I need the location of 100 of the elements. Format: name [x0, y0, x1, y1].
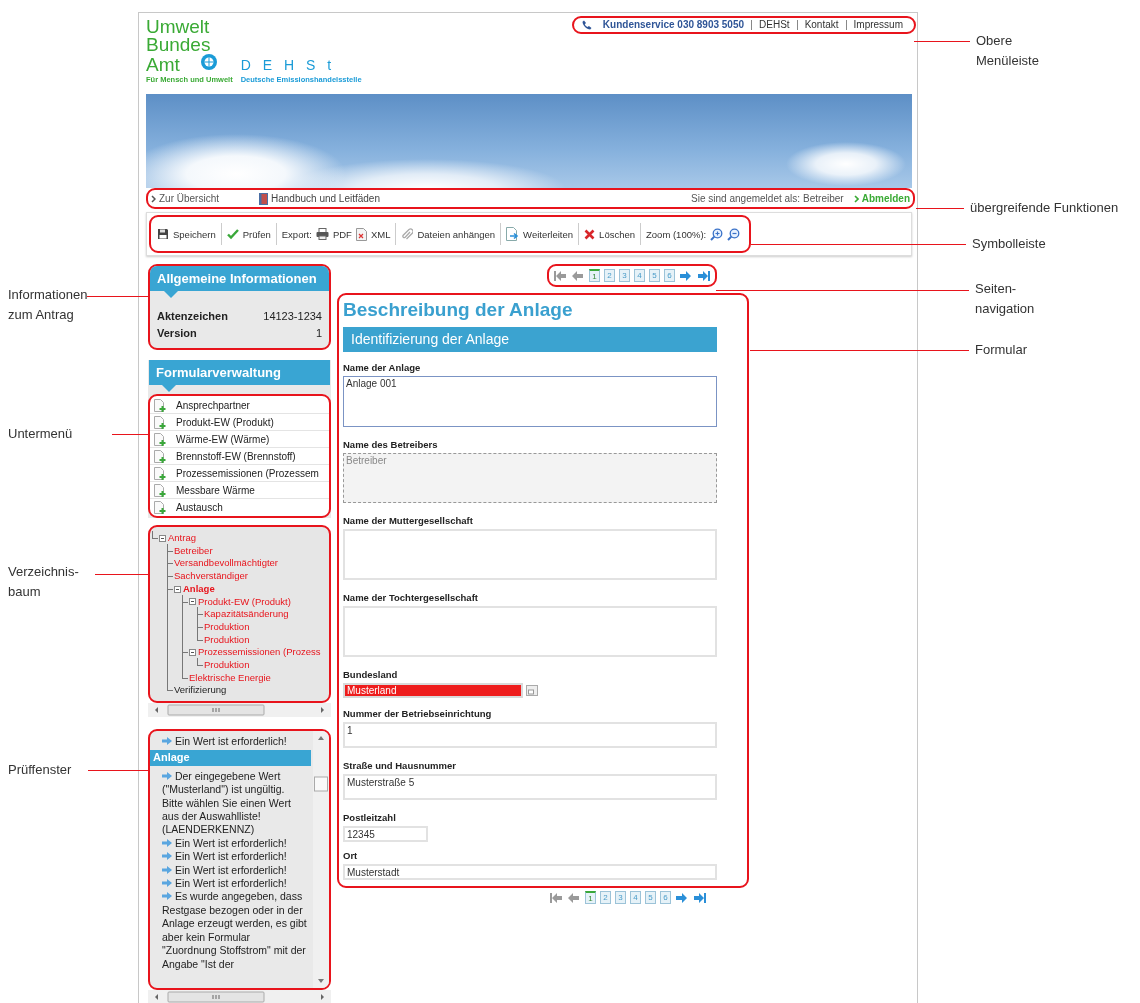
- info-value: 14123-1234: [263, 309, 322, 324]
- check-message: Ein Wert ist erforderlich!: [150, 735, 311, 749]
- picker-icon[interactable]: [526, 685, 538, 696]
- input-field[interactable]: Musterstadt: [343, 864, 717, 880]
- tree-item[interactable]: Sachverständiger: [174, 570, 248, 583]
- printer-icon: [315, 228, 329, 240]
- tree-item[interactable]: Anlage: [183, 582, 215, 596]
- input-field[interactable]: Musterstraße 5: [343, 774, 717, 800]
- add-document-icon: [154, 466, 166, 480]
- field-label: Name des Betreibers: [343, 439, 439, 450]
- header-pointer-icon: [162, 385, 176, 392]
- page-button[interactable]: 1: [589, 269, 600, 282]
- submenu-item[interactable]: Brennstoff-EW (Brennstoff): [150, 448, 329, 465]
- check-message: Ein Wert ist erforderlich!: [150, 836, 311, 851]
- annotation-label: Symbolleiste: [972, 235, 1046, 253]
- page-button[interactable]: 1: [585, 891, 596, 904]
- submenu-item[interactable]: Ansprechpartner: [150, 397, 329, 414]
- text-area[interactable]: Anlage 001: [343, 376, 717, 427]
- add-document-icon: [154, 500, 166, 514]
- customer-service-link[interactable]: Kundenservice 030 8903 5050: [591, 20, 752, 30]
- select-field[interactable]: Musterland: [343, 683, 523, 698]
- top-menu-link[interactable]: Kontakt: [796, 20, 846, 30]
- toolbar-button[interactable]: Weiterleiten: [506, 227, 574, 241]
- field-label: Postleitzahl: [343, 812, 397, 823]
- arrow-right-icon: [162, 771, 172, 780]
- collapse-icon[interactable]: [174, 585, 181, 593]
- submenu-item[interactable]: Messbare Wärme: [150, 482, 329, 499]
- manual-link[interactable]: Handbuch und Leitfäden: [259, 192, 380, 205]
- field-label: Name der Muttergesellschaft: [343, 515, 474, 526]
- cross-icon: [584, 228, 596, 240]
- toolbar-button[interactable]: Speichern: [157, 228, 216, 240]
- field-label: Straße und Hausnummer: [343, 760, 457, 771]
- add-document-icon: [154, 449, 166, 463]
- collapse-icon[interactable]: [159, 534, 166, 542]
- tree-item[interactable]: Antrag: [168, 532, 196, 545]
- field-label: Nummer der Betriebseinrichtung: [343, 708, 493, 719]
- header-pointer-icon: [164, 291, 178, 298]
- book-icon: [259, 192, 268, 205]
- toolbar-button[interactable]: PDF: [315, 228, 352, 240]
- horizontal-scrollbar[interactable]: [148, 990, 331, 1003]
- annotation-label: Informationen zum Antrag: [8, 286, 88, 324]
- field-label: Name der Tochtergesellschaft: [343, 592, 479, 603]
- tree-item[interactable]: Verifizierung: [174, 684, 227, 698]
- input-field[interactable]: 12345: [343, 826, 428, 842]
- paperclip-icon: [401, 227, 414, 241]
- chevron-icon: [853, 194, 859, 203]
- submenu-item[interactable]: Austausch: [150, 499, 329, 515]
- tree-item[interactable]: Betreiber: [174, 544, 213, 558]
- login-role: Betreiber: [803, 193, 844, 204]
- add-document-icon: [154, 415, 166, 429]
- document-icon: [355, 227, 367, 241]
- zoom-out-icon[interactable]: [727, 227, 741, 241]
- top-menu-link[interactable]: Impressum: [845, 20, 910, 30]
- zoom-in-icon[interactable]: [710, 227, 724, 241]
- check-message: Es wurde angegeben, dass Restgase bezogen oder in der Anlage erzeugt werden, es gibt aber kein Formular "Zuordnung Stoffstrom" mit der Angabe "Ist der: [161, 890, 308, 971]
- top-menu-link[interactable]: DEHSt: [751, 20, 797, 30]
- add-document-icon: [154, 483, 166, 497]
- next-arrow-icon[interactable]: [679, 269, 693, 282]
- collapse-icon[interactable]: [189, 649, 196, 657]
- annotation-label: Formular: [975, 341, 1027, 359]
- next-arrow-icon[interactable]: [675, 891, 689, 904]
- document-arrow-icon: [506, 227, 520, 241]
- tree-item[interactable]: Produktion: [204, 620, 250, 634]
- check-message: Ein Wert ist erforderlich!: [150, 850, 311, 864]
- toolbar-button[interactable]: Löschen: [584, 228, 635, 240]
- logo-wordmark-line: Amt: [146, 55, 181, 73]
- info-label: Aktenzeichen: [157, 309, 228, 324]
- tree-item[interactable]: Kapazitätsänderung: [204, 608, 289, 621]
- horizontal-scrollbar[interactable]: [148, 703, 331, 717]
- toolbar-label: Export:: [281, 228, 312, 240]
- overview-link[interactable]: Zur Übersicht: [151, 193, 219, 204]
- dehst-logo-letters: D E H S t: [239, 57, 334, 73]
- vertical-scrollbar[interactable]: [313, 731, 329, 988]
- globe-emblem-icon: [200, 53, 219, 71]
- collapse-icon[interactable]: [189, 598, 196, 606]
- tree-item[interactable]: Produktion: [204, 633, 250, 647]
- logo-wordmark-line: Bundes: [146, 35, 212, 53]
- submenu-item[interactable]: Produkt-EW (Produkt): [150, 414, 329, 431]
- input-field[interactable]: 1: [343, 722, 717, 748]
- arrow-right-icon: [162, 737, 172, 745]
- last-page-icon[interactable]: [697, 269, 711, 282]
- toolbar-button[interactable]: XML: [355, 227, 391, 241]
- toolbar-button[interactable]: Prüfen: [226, 228, 271, 240]
- toolbar-button[interactable]: Dateien anhängen: [401, 227, 496, 241]
- info-value: 1: [315, 326, 322, 341]
- check-section-header: Anlage: [150, 750, 311, 766]
- add-document-icon: [154, 432, 166, 446]
- tree-item[interactable]: Prozessemissionen (Prozess: [198, 646, 321, 660]
- tree-item[interactable]: Produkt-EW (Produkt): [198, 595, 291, 609]
- phone-icon: [581, 20, 592, 30]
- logo-wordmark-line: Umwelt: [146, 18, 211, 36]
- submenu-item[interactable]: Wärme-EW (Wärme): [150, 431, 329, 448]
- annotation-label: übergreifende Funktionen: [970, 199, 1119, 217]
- check-message: Der eingegebene Wert ("Musterland") ist ungültig. Bitte wählen Sie einen Wert aus der Auswahlliste! (LAENDERKENNZ): [161, 769, 292, 837]
- last-page-icon[interactable]: [693, 891, 707, 904]
- annotation-label: Prüffenster: [8, 761, 72, 779]
- tree-item[interactable]: Produktion: [204, 659, 250, 672]
- submenu-item[interactable]: Prozessemissionen (Prozessem: [150, 465, 329, 482]
- tree-item[interactable]: Versandbevollmächtigter: [174, 557, 279, 571]
- tree-item[interactable]: Elektrische Energie: [189, 671, 271, 685]
